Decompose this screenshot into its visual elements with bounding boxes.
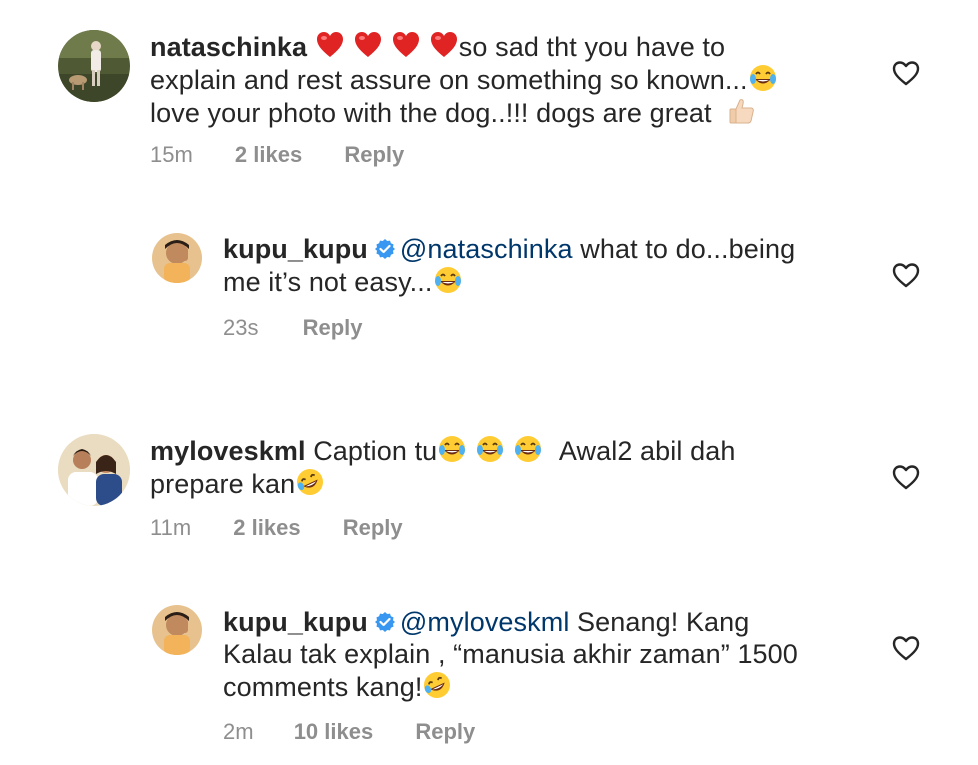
mention-link[interactable]: @myloveskml bbox=[400, 607, 570, 637]
comments-thread: nataschinka so sad tht you have to expla… bbox=[0, 0, 978, 765]
rolling-on-floor-laughing-emoji bbox=[295, 467, 325, 497]
reply-button[interactable]: Reply bbox=[303, 315, 363, 341]
face-with-tears-of-joy-emoji bbox=[513, 434, 543, 464]
red-heart-emoji bbox=[353, 30, 383, 60]
heart-outline-icon[interactable] bbox=[892, 262, 920, 288]
reply-text-line: what to do...being bbox=[580, 234, 796, 264]
comment-text-line: explain and rest assure on something so … bbox=[150, 65, 748, 95]
comment-username[interactable]: nataschinka bbox=[150, 32, 307, 62]
reply-body: kupu_kupu @myloveskml Senang! Kang Kalau … bbox=[223, 606, 863, 703]
red-heart-emoji bbox=[429, 30, 459, 60]
reply-timestamp: 2m bbox=[223, 719, 254, 744]
reply-button[interactable]: Reply bbox=[343, 515, 403, 541]
avatar-kupu-kupu[interactable] bbox=[152, 233, 202, 283]
comment-text-line: prepare kan bbox=[150, 469, 296, 499]
red-heart-emoji bbox=[315, 30, 345, 60]
red-heart-emoji bbox=[391, 30, 421, 60]
heart-outline-icon[interactable] bbox=[892, 635, 920, 661]
reply-text-line: me it’s not easy... bbox=[223, 267, 433, 297]
face-with-tears-of-joy-emoji bbox=[437, 434, 467, 464]
mention-link[interactable]: @nataschinka bbox=[400, 234, 573, 264]
reply-text-line: Kalau tak explain , “manusia akhir zaman… bbox=[223, 639, 798, 669]
avatar-nataschinka[interactable] bbox=[58, 30, 130, 102]
reply-meta: 2m 10 likes Reply bbox=[223, 719, 475, 745]
comment-meta: 11m 2 likes Reply bbox=[150, 515, 403, 541]
face-with-tears-of-joy-emoji bbox=[748, 63, 778, 93]
comment-timestamp: 15m bbox=[150, 142, 193, 167]
comment-text-line: Awal2 abil dah bbox=[558, 436, 736, 466]
face-with-tears-of-joy-emoji bbox=[433, 265, 463, 295]
reply-timestamp: 23s bbox=[223, 315, 259, 340]
likes-count-link[interactable]: 10 likes bbox=[294, 719, 374, 745]
rolling-on-floor-laughing-emoji bbox=[422, 670, 452, 700]
comment-text-line: Caption tu bbox=[313, 436, 438, 466]
comment-username[interactable]: myloveskml bbox=[150, 436, 306, 466]
comment-body: nataschinka so sad tht you have to expla… bbox=[150, 30, 870, 129]
reply-username[interactable]: kupu_kupu bbox=[223, 607, 368, 637]
comment-meta: 15m 2 likes Reply bbox=[150, 142, 404, 168]
reply-text-line: Senang! Kang bbox=[577, 607, 750, 637]
comment-text-line: so sad tht you have to bbox=[458, 32, 726, 62]
avatar-myloveskml[interactable] bbox=[58, 434, 130, 506]
likes-count-link[interactable]: 2 likes bbox=[233, 515, 300, 541]
reply-username[interactable]: kupu_kupu bbox=[223, 234, 368, 264]
comment-text-line: love your photo with the dog..!!! dogs a… bbox=[150, 98, 712, 128]
thumbs-up-emoji bbox=[727, 96, 757, 126]
heart-outline-icon[interactable] bbox=[892, 60, 920, 86]
avatar-kupu-kupu[interactable] bbox=[152, 605, 202, 655]
heart-outline-icon[interactable] bbox=[892, 464, 920, 490]
verified-badge-icon bbox=[374, 608, 396, 632]
reply-text-line: comments kang! bbox=[223, 672, 423, 702]
comment-body: myloveskml Caption tu Awal2 abil dah pre… bbox=[150, 434, 870, 500]
comment-timestamp: 11m bbox=[150, 515, 192, 540]
reply-body: kupu_kupu @nataschinka what to do...being… bbox=[223, 233, 863, 298]
reply-button[interactable]: Reply bbox=[344, 142, 404, 168]
likes-count-link[interactable]: 2 likes bbox=[235, 142, 302, 168]
verified-badge-icon bbox=[374, 235, 396, 259]
reply-meta: 23s Reply bbox=[223, 315, 363, 341]
face-with-tears-of-joy-emoji bbox=[475, 434, 505, 464]
reply-button[interactable]: Reply bbox=[415, 719, 475, 745]
